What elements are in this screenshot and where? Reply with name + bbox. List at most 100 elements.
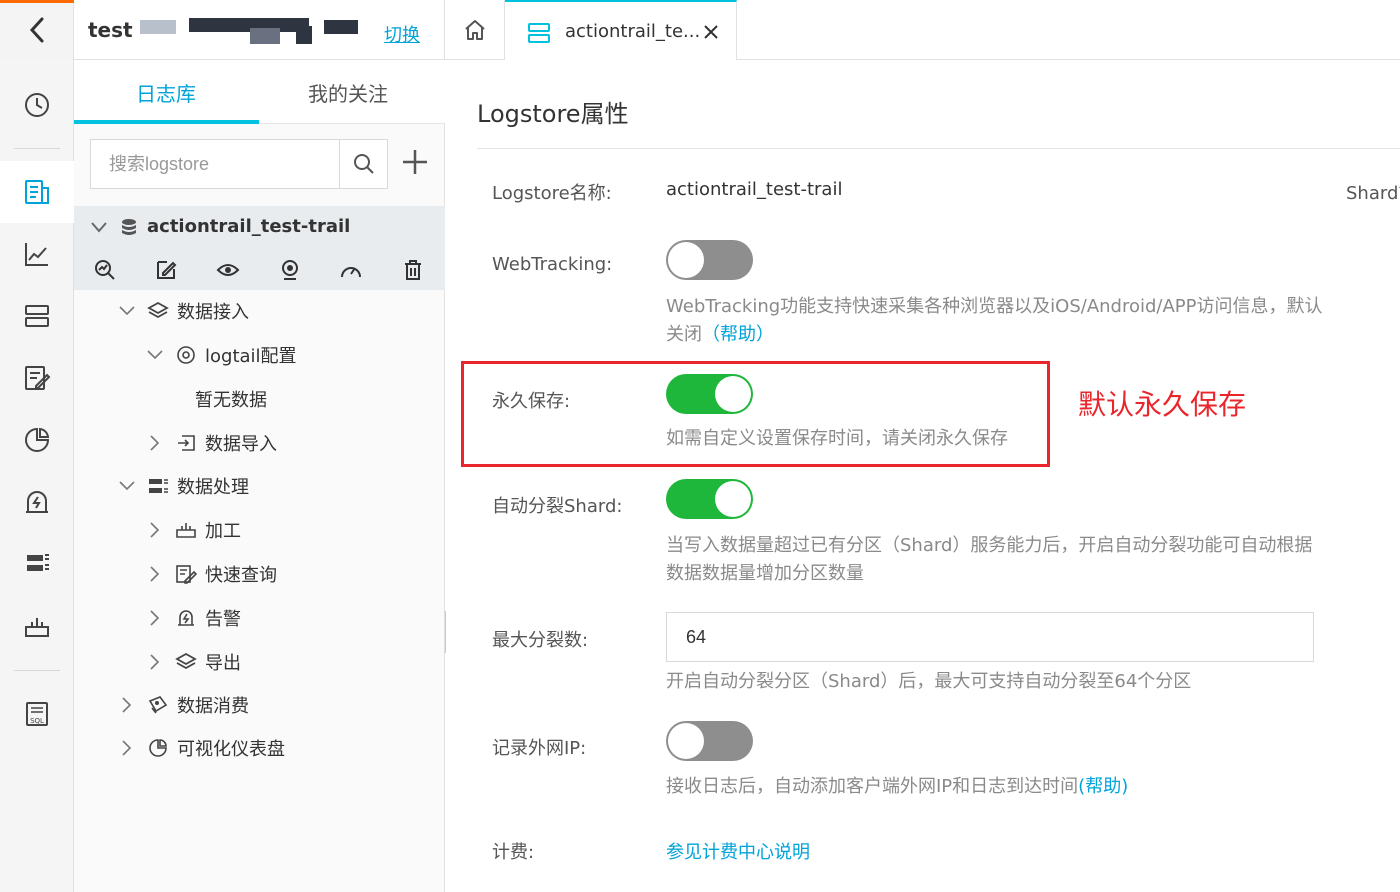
tree-node-alert[interactable]: 告警 (143, 598, 241, 638)
rail-divider (14, 670, 60, 671)
tree-node-data-processing[interactable]: 数据处理 (115, 466, 249, 506)
project-name: test (88, 18, 133, 42)
record-ip-toggle[interactable] (666, 721, 753, 761)
logstore-properties-panel: Logstore属性 Logstore名称: actiontrail_test-… (446, 60, 1400, 892)
gauge-button[interactable] (339, 258, 363, 282)
tab-logstores[interactable]: 日志库 (136, 78, 196, 107)
analyze-button[interactable] (93, 258, 117, 282)
max-split-label: 最大分裂数: (492, 630, 589, 651)
switch-project-link[interactable]: 切换 (384, 21, 420, 47)
billing-link[interactable]: 参见计费中心说明 (666, 838, 810, 864)
tree-node-label: 数据处理 (177, 477, 249, 498)
edit-icon (157, 261, 177, 279)
svg-text:SQL: SQL (30, 717, 44, 725)
chevron-right-icon (122, 740, 132, 756)
logstore-name-label: Logstore名称: (492, 183, 612, 204)
edit-button[interactable] (154, 258, 178, 282)
page-title: Logstore属性 (477, 100, 629, 128)
chevron-down-icon (119, 306, 135, 316)
trash-icon (405, 260, 421, 280)
view-button[interactable] (216, 258, 240, 282)
tree-node-dashboard[interactable]: 可视化仪表盘 (115, 728, 285, 768)
chevron-down-icon[interactable] (90, 220, 108, 234)
tab-favorites[interactable]: 我的关注 (308, 78, 388, 107)
dashboard-pie-icon (25, 427, 50, 452)
clock-icon (25, 93, 49, 117)
rail-sql[interactable]: SQL (0, 683, 74, 745)
rail-query[interactable] (0, 347, 74, 409)
webtracking-help: WebTracking功能支持快速采集各种浏览器以及iOS/Android/AP… (666, 293, 1326, 349)
tree-node-data-import[interactable]: 数据导入 (143, 423, 277, 463)
rail-recent[interactable] (0, 74, 74, 136)
tree-node-label: 告警 (205, 609, 241, 630)
max-split-help: 开启自动分裂分区（Shard）后，最大可支持自动分裂至64个分区 (666, 671, 1192, 692)
logstore-name-value: actiontrail_test-trail (666, 179, 843, 200)
rail-monitor[interactable] (0, 223, 74, 285)
help-text: 接收日志后，自动添加客户端外网IP和日志到达时间 (666, 776, 1079, 797)
close-icon[interactable] (702, 23, 720, 41)
rail-divider (14, 148, 60, 149)
brand-accent-bar (0, 0, 74, 3)
search-button[interactable] (339, 140, 387, 188)
max-split-input[interactable] (666, 612, 1314, 662)
rail-dashboard[interactable] (0, 409, 74, 471)
tree-node-label: 数据消费 (177, 696, 249, 717)
tree-node-quick-query[interactable]: 快速查询 (143, 554, 277, 594)
tree-node-label: 数据接入 (177, 302, 249, 323)
tab-label: actiontrail_te... (565, 21, 701, 42)
log-icon (25, 180, 49, 204)
toggle-knob (668, 723, 704, 759)
active-tab-indicator (74, 120, 259, 124)
tree-node-data-ingest[interactable]: 数据接入 (115, 291, 249, 331)
auto-split-toggle[interactable] (666, 479, 753, 519)
logstore-actions (74, 250, 445, 290)
chevron-right-icon (150, 522, 160, 538)
target-icon (177, 346, 195, 364)
auto-split-label: 自动分裂Shard: (492, 496, 623, 517)
layers-icon (147, 301, 169, 319)
tab-logstore[interactable]: actiontrail_te... (505, 0, 737, 60)
search-input[interactable] (91, 140, 339, 188)
webtracking-toggle[interactable] (666, 240, 753, 280)
webtracking-label: WebTracking: (492, 254, 613, 275)
tree-node-label: logtail配置 (205, 346, 297, 367)
consume-icon (148, 696, 168, 714)
webtracking-help-link[interactable]: （帮助） (702, 324, 774, 345)
chevron-down-icon (147, 350, 163, 360)
back-button[interactable] (0, 0, 74, 60)
tree-node-export[interactable]: 导出 (143, 642, 241, 682)
record-ip-label: 记录外网IP: (492, 738, 587, 759)
toggle-knob (668, 242, 704, 278)
delete-button[interactable] (401, 258, 425, 282)
home-tab[interactable] (445, 0, 505, 60)
add-logstore-button[interactable] (399, 146, 431, 178)
rail-transform[interactable] (0, 595, 74, 657)
annotation-text: 默认永久保存 (1078, 388, 1247, 421)
rail-logstore[interactable] (0, 161, 74, 223)
location-button[interactable] (278, 258, 302, 282)
database-icon (122, 219, 136, 235)
chevron-right-icon (150, 610, 160, 626)
logstore-item[interactable]: actiontrail_test-trail (74, 206, 445, 250)
rail-storage[interactable] (0, 285, 74, 347)
tree-node-label: 快速查询 (205, 565, 277, 586)
query-icon (176, 565, 197, 584)
home-icon (464, 20, 485, 40)
rail-alert[interactable] (0, 471, 74, 533)
tree-node-logtail-config[interactable]: logtail配置 (143, 335, 297, 375)
logstore-name: actiontrail_test-trail (147, 216, 351, 237)
tree-node-transform[interactable]: 加工 (143, 510, 241, 550)
record-ip-help-link[interactable]: (帮助) (1078, 776, 1128, 797)
tree-node-data-consume[interactable]: 数据消费 (115, 685, 249, 725)
tree-node-label: 导出 (205, 653, 241, 674)
rail-processing[interactable] (0, 533, 74, 595)
record-ip-help: 接收日志后，自动添加客户端外网IP和日志到达时间(帮助) (666, 773, 1326, 801)
logstore-search (90, 139, 388, 189)
empty-state-label: 暂无数据 (195, 390, 267, 411)
tree-node-label: 加工 (205, 521, 241, 542)
chevron-right-icon (150, 654, 160, 670)
storage-icon (25, 305, 49, 327)
logstore-tree-panel: 日志库 我的关注 actiontrail_test-trail (74, 60, 445, 892)
billing-label: 计费: (492, 842, 535, 863)
transform-icon (25, 618, 49, 637)
